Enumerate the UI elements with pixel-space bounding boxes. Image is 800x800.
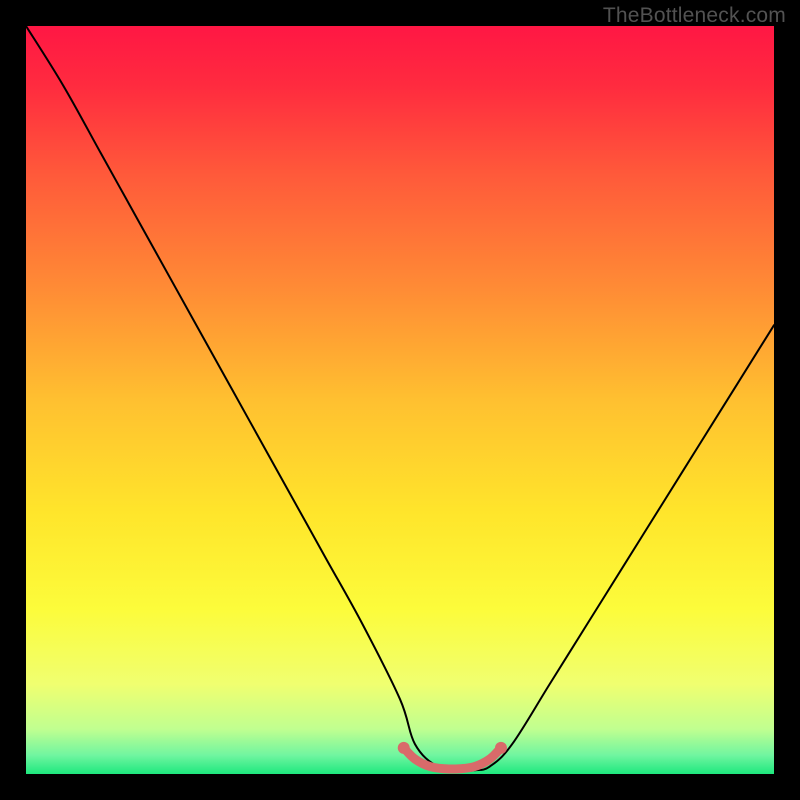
chart-plot-area: [26, 26, 774, 774]
chart-curves: [26, 26, 774, 774]
watermark-text: TheBottleneck.com: [603, 4, 786, 28]
bottleneck-curve-line: [26, 26, 774, 771]
